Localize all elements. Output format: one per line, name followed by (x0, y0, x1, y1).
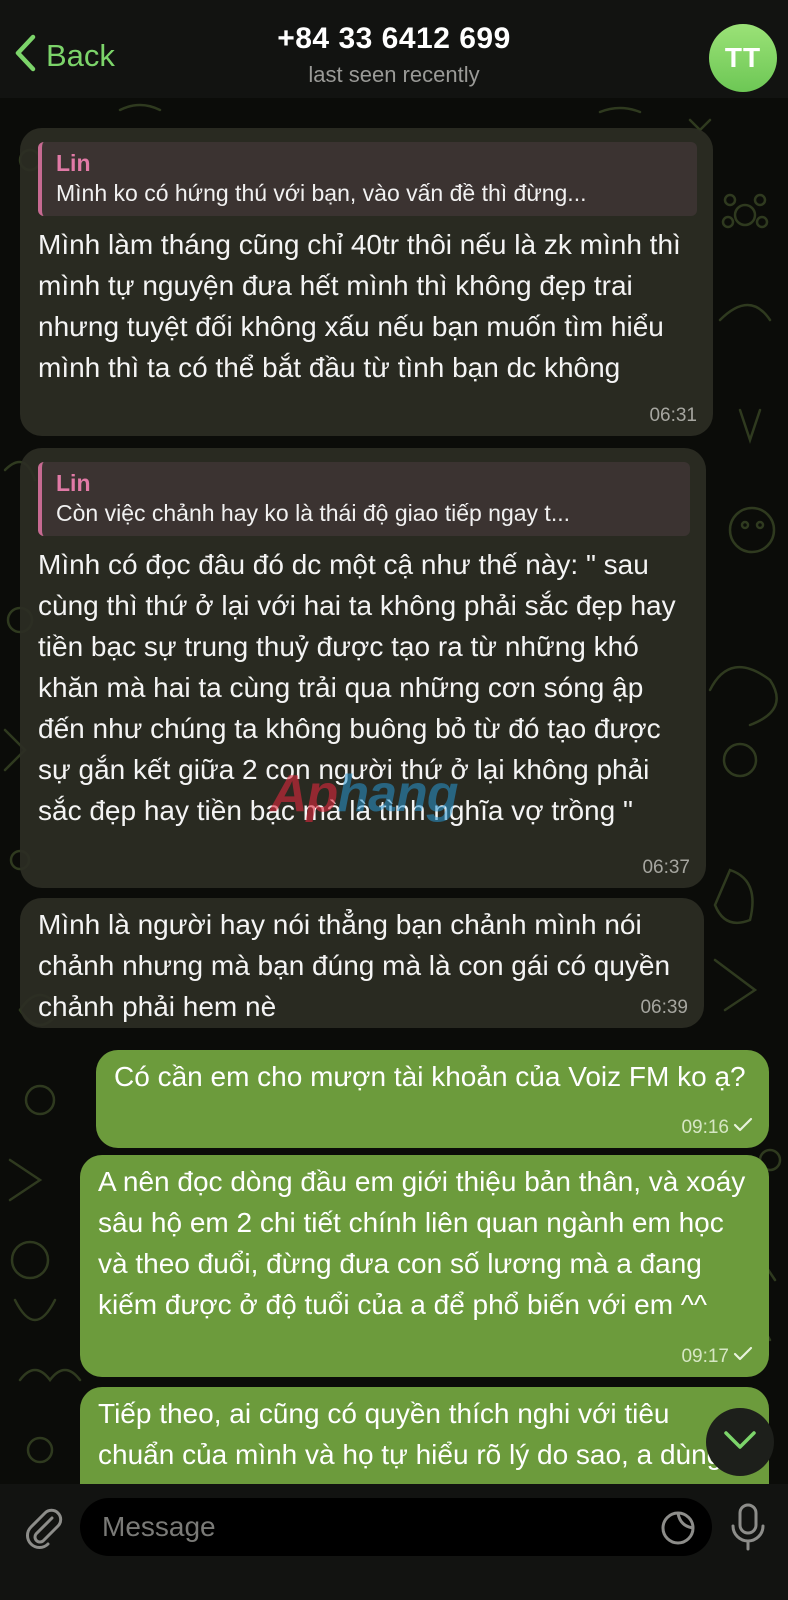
message-time-label: 09:16 (681, 1116, 729, 1138)
reply-author: Lin (56, 470, 91, 496)
message-text: Mình làm tháng cũng chỉ 40tr thôi nếu là… (38, 229, 681, 383)
watermark-logo: Aphang (270, 765, 459, 823)
reply-text: Còn việc chảnh hay ko là thái độ giao ti… (56, 500, 570, 526)
message-text: Có cần em cho mượn tài khoản của Voiz FM… (114, 1061, 746, 1092)
message-composer: Message (0, 1484, 788, 1600)
message-bubble-incoming[interactable]: Lin Mình ko có hứng thú với bạn, vào vấn… (20, 128, 713, 436)
message-bubble-outgoing[interactable]: A nên đọc dòng đầu em giới thiệu bản thâ… (80, 1155, 769, 1377)
checkmark-icon (733, 1346, 753, 1367)
chevron-down-icon (723, 1430, 757, 1455)
checkmark-icon (733, 1117, 753, 1138)
message-bubble-incoming[interactable]: Mình là người hay nói thẳng bạn chảnh mì… (20, 898, 704, 1028)
message-text: Mình là người hay nói thẳng bạn chảnh mì… (38, 909, 671, 1022)
microphone-icon (728, 1503, 768, 1556)
message-time-label: 09:17 (681, 1345, 729, 1367)
message-time: 09:17 (681, 1346, 753, 1367)
sticker-icon[interactable] (660, 1510, 696, 1546)
avatar[interactable]: TT (709, 24, 777, 92)
paperclip-icon (22, 1508, 66, 1554)
message-bubble-outgoing[interactable]: Có cần em cho mượn tài khoản của Voiz FM… (96, 1050, 769, 1148)
chat-header: Back +84 33 6412 699 last seen recently … (0, 0, 788, 98)
reply-text: Mình ko có hứng thú với bạn, vào vấn đề … (56, 180, 587, 206)
message-time: 09:16 (681, 1117, 753, 1138)
last-seen-status: last seen recently (308, 62, 480, 87)
message-input[interactable]: Message (80, 1498, 712, 1556)
message-time: 06:37 (642, 857, 690, 878)
scroll-to-bottom-button[interactable] (706, 1408, 774, 1476)
voice-record-button[interactable] (728, 1502, 768, 1552)
message-input-placeholder: Message (102, 1511, 216, 1542)
contact-name: +84 33 6412 699 (277, 22, 511, 55)
message-time: 06:39 (640, 997, 688, 1018)
contact-info[interactable]: +84 33 6412 699 last seen recently (0, 22, 788, 88)
message-time: 06:31 (649, 405, 697, 426)
attach-button[interactable] (22, 1506, 66, 1550)
message-text: A nên đọc dòng đầu em giới thiệu bản thâ… (98, 1166, 746, 1320)
reply-preview[interactable]: Lin Còn việc chảnh hay ko là thái độ gia… (38, 462, 690, 536)
reply-preview[interactable]: Lin Mình ko có hứng thú với bạn, vào vấn… (38, 142, 697, 216)
reply-author: Lin (56, 150, 91, 176)
